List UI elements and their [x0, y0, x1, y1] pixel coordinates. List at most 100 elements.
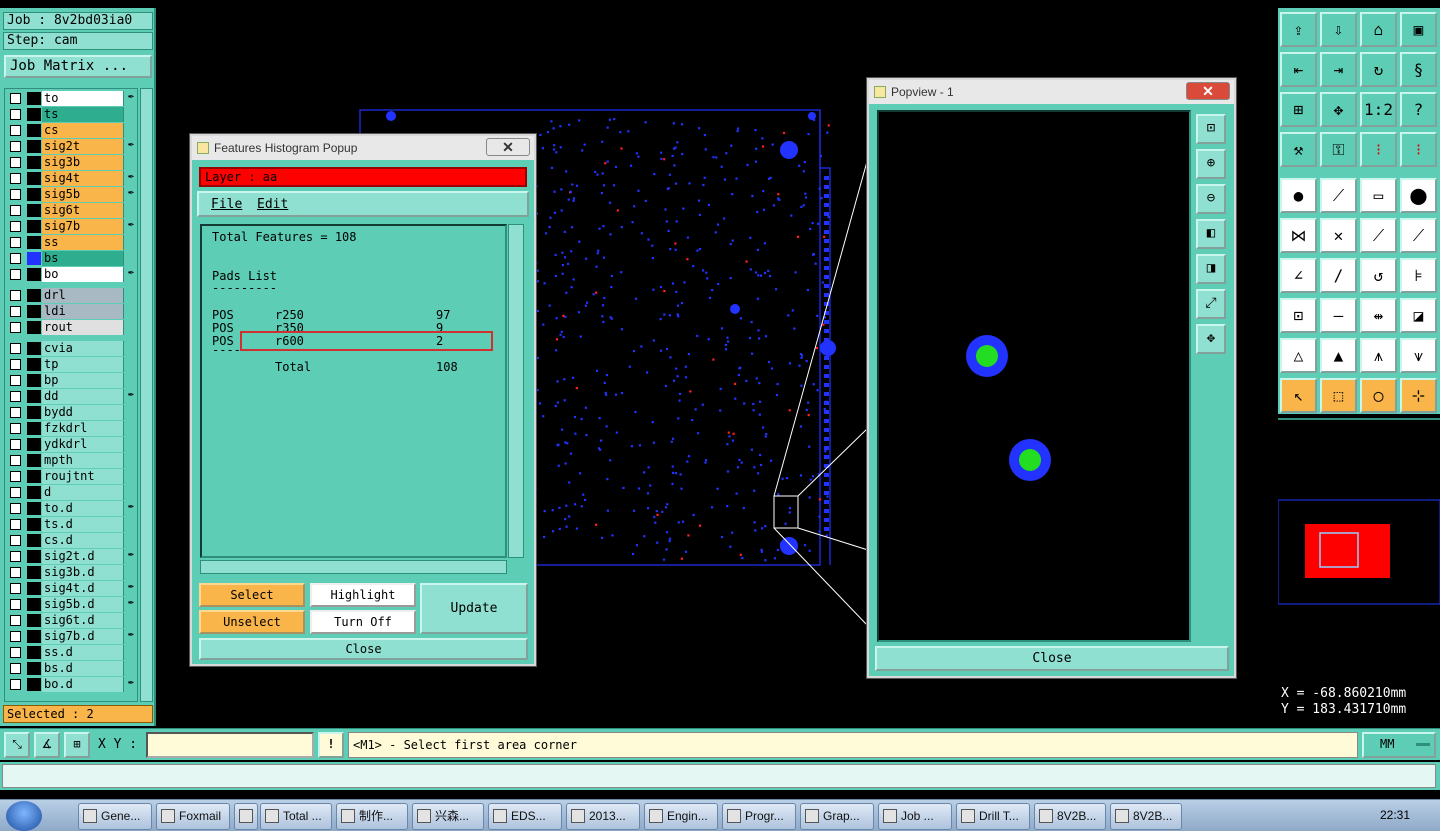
select-box-icon[interactable]: ⬚ [1320, 378, 1357, 413]
scale-icon[interactable]: 1:2 [1360, 92, 1397, 127]
layer-checkbox[interactable] [10, 359, 21, 370]
layer-checkbox[interactable] [10, 663, 21, 674]
turn-off-button[interactable]: Turn Off [310, 610, 416, 634]
layer-row[interactable]: bo ✒ [5, 267, 137, 282]
layer-checkbox[interactable] [10, 439, 21, 450]
taskbar-item[interactable]: 8V2B... [1034, 803, 1106, 830]
layer-row[interactable]: bp [5, 373, 137, 388]
ruler-icon[interactable]: ▭ [1360, 178, 1397, 213]
taskbar-item[interactable]: Engin... [644, 803, 718, 830]
layer-row[interactable]: bs.d [5, 661, 137, 676]
layer-row[interactable]: drl [5, 288, 137, 303]
pad-icon[interactable]: ● [1280, 178, 1317, 213]
help-icon[interactable]: ? [1400, 92, 1437, 127]
layer-row[interactable]: sig5b.d ✒ [5, 597, 137, 612]
layer-checkbox[interactable] [10, 306, 21, 317]
select-circle-icon[interactable]: ◯ [1360, 378, 1397, 413]
layer-checkbox[interactable] [10, 423, 21, 434]
popview-close-icon[interactable]: ✕ [1186, 82, 1230, 100]
layer-row[interactable]: ss [5, 235, 137, 250]
taskbar-item[interactable]: Total ... [260, 803, 332, 830]
pan-left-icon[interactable]: ◧ [1196, 219, 1226, 249]
layer-checkbox[interactable] [10, 173, 21, 184]
upload-icon[interactable]: ⇪ [1280, 12, 1317, 47]
cross-icon[interactable]: ✕ [1320, 218, 1357, 253]
layer-row[interactable]: ts.d [5, 517, 137, 532]
layer-row[interactable]: ts [5, 107, 137, 122]
layer-checkbox[interactable] [10, 551, 21, 562]
traffic-light-icon[interactable]: ⁝ [1360, 132, 1397, 167]
layer-row[interactable]: ldi [5, 304, 137, 319]
units-select[interactable]: MM [1362, 732, 1436, 758]
xy-input[interactable] [146, 732, 314, 758]
layer-checkbox[interactable] [10, 375, 21, 386]
layer-checkbox[interactable] [10, 519, 21, 530]
snap-icon[interactable]: ⊡ [1280, 298, 1317, 333]
taskbar-item[interactable]: Gene... [78, 803, 152, 830]
layer-row[interactable]: sig5b ✒ [5, 187, 137, 202]
layer-row[interactable]: to ✒ [5, 91, 137, 106]
zoom-in-icon[interactable]: ⊕ [1196, 149, 1226, 179]
layer-checkbox[interactable] [10, 535, 21, 546]
layer-checkbox[interactable] [10, 615, 21, 626]
taskbar-item[interactable]: 制作... [336, 803, 408, 830]
layer-checkbox[interactable] [10, 391, 21, 402]
home-icon[interactable]: ⌂ [1360, 12, 1397, 47]
pointer-icon[interactable]: ↖ [1280, 378, 1317, 413]
select-button[interactable]: Select [199, 583, 305, 607]
layer-row[interactable]: rout [5, 320, 137, 335]
layer-checkbox[interactable] [10, 343, 21, 354]
layer-row[interactable]: cs.d [5, 533, 137, 548]
highlight-button[interactable]: Highlight [310, 583, 416, 607]
layer-row[interactable]: roujtnt [5, 469, 137, 484]
layer-row[interactable]: sig7b ✒ [5, 219, 137, 234]
window-icon[interactable]: ▣ [1400, 12, 1437, 47]
histogram-vscroll[interactable] [508, 224, 524, 558]
align-icon[interactable]: ⇹ [1360, 298, 1397, 333]
layer-checkbox[interactable] [10, 322, 21, 333]
alert-icon[interactable]: ! [318, 732, 344, 758]
histogram-close-icon[interactable]: ✕ [486, 138, 530, 156]
layer-row[interactable]: tp [5, 357, 137, 372]
cut-icon[interactable]: — [1320, 298, 1357, 333]
taskbar-item[interactable]: Drill T... [956, 803, 1030, 830]
layer-checkbox[interactable] [10, 290, 21, 301]
popview-canvas[interactable] [877, 110, 1191, 642]
layer-checkbox[interactable] [10, 487, 21, 498]
layer-checkbox[interactable] [10, 269, 21, 280]
histogram-hscroll[interactable] [200, 560, 507, 574]
layer-row[interactable]: cs [5, 123, 137, 138]
layer-checkbox[interactable] [10, 237, 21, 248]
histogram-close-button[interactable]: Close [199, 638, 528, 660]
taskbar-item[interactable]: Grap... [800, 803, 874, 830]
taskbar-item[interactable]: 8V2B... [1110, 803, 1182, 830]
layer-row[interactable]: mpth [5, 453, 137, 468]
line-add-icon[interactable]: ⟋ [1360, 218, 1397, 253]
rotate-icon[interactable]: ↻ [1360, 52, 1397, 87]
layer-checkbox[interactable] [10, 125, 21, 136]
arch-cross-icon[interactable]: ⩛ [1400, 338, 1437, 373]
menu-edit[interactable]: Edit [257, 197, 288, 212]
fill-icon[interactable]: ⊧ [1400, 258, 1437, 293]
zoom-home-icon[interactable]: ⊡ [1196, 114, 1226, 144]
layer-row[interactable]: ydkdrl [5, 437, 137, 452]
pan-right-icon[interactable]: ◨ [1196, 254, 1226, 284]
layer-row[interactable]: sig6t [5, 203, 137, 218]
layer-checkbox[interactable] [10, 503, 21, 514]
layer-checkbox[interactable] [10, 583, 21, 594]
layer-row[interactable]: bo.d ✒ [5, 677, 137, 692]
layer-checkbox[interactable] [10, 205, 21, 216]
layer-checkbox[interactable] [10, 471, 21, 482]
arc-icon[interactable]: ↺ [1360, 258, 1397, 293]
layer-row[interactable]: sig6t.d [5, 613, 137, 628]
start-button[interactable] [6, 801, 42, 831]
layer-checkbox[interactable] [10, 93, 21, 104]
zoom-area-icon[interactable]: ⤡ [4, 732, 30, 758]
layer-row[interactable]: sig3b [5, 155, 137, 170]
job-matrix-button[interactable]: Job Matrix ... [4, 55, 152, 78]
layer-row[interactable]: bs [5, 251, 137, 266]
taskbar-item[interactable] [234, 803, 258, 830]
layer-row[interactable]: sig4t ✒ [5, 171, 137, 186]
layer-checkbox[interactable] [10, 679, 21, 690]
menu-file[interactable]: File [211, 197, 242, 212]
